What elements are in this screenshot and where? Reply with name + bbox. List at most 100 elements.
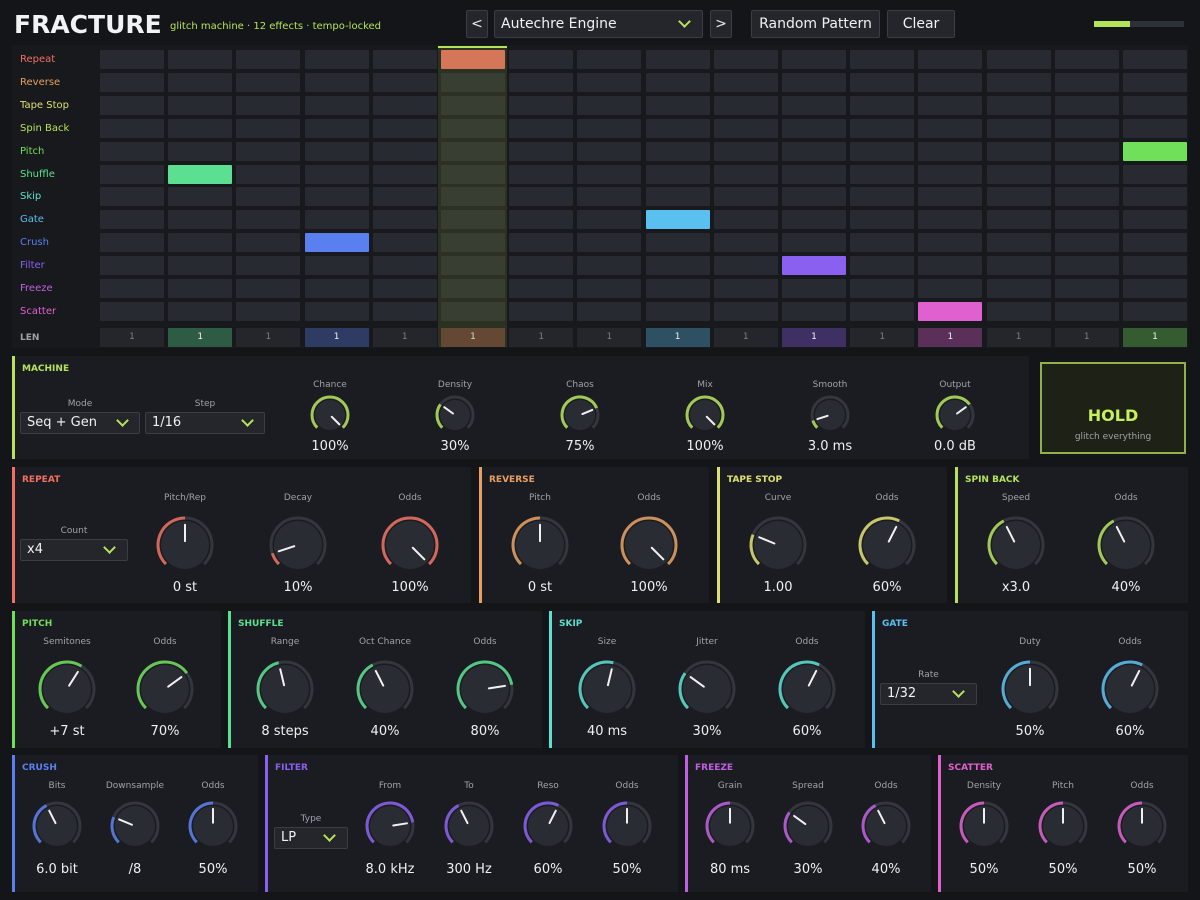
step-cell[interactable] — [509, 50, 574, 69]
repeat-knob-decay[interactable] — [268, 515, 328, 575]
len-cell[interactable]: 1 — [577, 328, 642, 347]
step-cell[interactable] — [1123, 95, 1187, 115]
step-cell-active[interactable] — [918, 301, 983, 321]
step-cell-active[interactable] — [304, 233, 369, 253]
step-cell[interactable] — [713, 301, 778, 321]
step-cell-active[interactable] — [1123, 141, 1187, 161]
step-cell[interactable] — [509, 279, 574, 298]
step-cell[interactable] — [168, 279, 233, 298]
step-cell[interactable] — [577, 301, 642, 321]
step-cell[interactable] — [509, 95, 574, 115]
step-cell[interactable] — [850, 72, 915, 92]
step-cell[interactable] — [577, 187, 642, 207]
step-cell[interactable] — [168, 210, 233, 230]
step-cell[interactable] — [304, 95, 369, 115]
step-cell[interactable] — [304, 210, 369, 230]
step-cell-active[interactable] — [645, 210, 710, 230]
step-cell[interactable] — [509, 256, 574, 276]
step-cell[interactable] — [713, 187, 778, 207]
step-cell[interactable] — [782, 95, 846, 115]
step-cell[interactable] — [1054, 118, 1119, 138]
step-cell[interactable] — [782, 210, 846, 230]
step-cell[interactable] — [372, 187, 437, 207]
step-cell[interactable] — [986, 72, 1051, 92]
step-cell[interactable] — [918, 187, 983, 207]
filter-knob-from[interactable] — [364, 800, 416, 852]
machine-knob-mix[interactable] — [684, 394, 726, 436]
step-cell[interactable] — [850, 187, 915, 207]
step-cell[interactable] — [577, 50, 642, 69]
step-cell[interactable] — [168, 233, 233, 253]
step-cell[interactable] — [850, 118, 915, 138]
step-cell[interactable] — [100, 301, 164, 321]
step-cell[interactable] — [645, 301, 710, 321]
len-cell[interactable]: 1 — [782, 328, 846, 347]
step-cell[interactable] — [1123, 50, 1187, 69]
len-cell[interactable]: 1 — [1123, 328, 1187, 347]
step-cell[interactable] — [850, 233, 915, 253]
step-cell[interactable] — [372, 279, 437, 298]
step-cell[interactable] — [782, 118, 846, 138]
skip-knob-jitter[interactable] — [677, 659, 737, 719]
step-cell[interactable] — [850, 256, 915, 276]
step-cell[interactable] — [850, 210, 915, 230]
gate-knob-duty[interactable] — [1000, 659, 1060, 719]
freeze-knob-grain[interactable] — [704, 800, 756, 852]
step-cell[interactable] — [168, 187, 233, 207]
step-cell[interactable] — [236, 141, 301, 161]
step-cell[interactable] — [100, 164, 164, 184]
step-cell[interactable] — [1123, 164, 1187, 184]
scatter-knob-density[interactable] — [958, 800, 1010, 852]
step-cell[interactable] — [577, 72, 642, 92]
step-cell[interactable] — [577, 279, 642, 298]
step-cell[interactable] — [236, 95, 301, 115]
step-cell[interactable] — [645, 118, 710, 138]
step-cell[interactable] — [577, 118, 642, 138]
step-cell[interactable] — [168, 256, 233, 276]
step-cell[interactable] — [1123, 210, 1187, 230]
step-cell[interactable] — [304, 187, 369, 207]
step-cell[interactable] — [645, 72, 710, 92]
step-cell[interactable] — [1054, 72, 1119, 92]
step-cell[interactable] — [918, 118, 983, 138]
tapestop-knob-odds[interactable] — [857, 515, 917, 575]
machine-knob-smooth[interactable] — [809, 394, 851, 436]
step-cell[interactable] — [1054, 279, 1119, 298]
step-cell[interactable] — [986, 301, 1051, 321]
step-cell[interactable] — [577, 233, 642, 253]
step-cell[interactable] — [1054, 50, 1119, 69]
crush-knob-downsample[interactable] — [109, 800, 161, 852]
len-cell[interactable]: 1 — [509, 328, 574, 347]
step-cell-active[interactable] — [782, 256, 846, 276]
step-cell[interactable] — [1054, 187, 1119, 207]
step-cell[interactable] — [168, 50, 233, 69]
next-preset-button[interactable]: > — [710, 10, 732, 38]
step-cell[interactable] — [1054, 95, 1119, 115]
step-cell[interactable] — [713, 210, 778, 230]
step-cell[interactable] — [918, 141, 983, 161]
step-cell[interactable] — [645, 164, 710, 184]
step-cell[interactable] — [168, 118, 233, 138]
step-cell[interactable] — [918, 233, 983, 253]
step-cell[interactable] — [986, 95, 1051, 115]
step-cell[interactable] — [986, 233, 1051, 253]
step-cell-active[interactable] — [168, 164, 233, 184]
step-cell[interactable] — [100, 72, 164, 92]
len-cell[interactable]: 1 — [918, 328, 983, 347]
step-cell[interactable] — [509, 301, 574, 321]
pitch-knob-semitones[interactable] — [37, 659, 97, 719]
gate-select[interactable]: 1/32 — [880, 683, 977, 705]
step-cell[interactable] — [645, 141, 710, 161]
step-cell[interactable] — [168, 72, 233, 92]
step-cell[interactable] — [1054, 164, 1119, 184]
machine-knob-density[interactable] — [434, 394, 476, 436]
filter-knob-reso[interactable] — [522, 800, 574, 852]
step-cell[interactable] — [236, 279, 301, 298]
step-cell[interactable] — [100, 233, 164, 253]
machine-knob-chaos[interactable] — [559, 394, 601, 436]
step-cell[interactable] — [1123, 301, 1187, 321]
step-cell[interactable] — [713, 279, 778, 298]
step-cell[interactable] — [372, 95, 437, 115]
step-cell[interactable] — [1054, 233, 1119, 253]
step-cell[interactable] — [713, 72, 778, 92]
